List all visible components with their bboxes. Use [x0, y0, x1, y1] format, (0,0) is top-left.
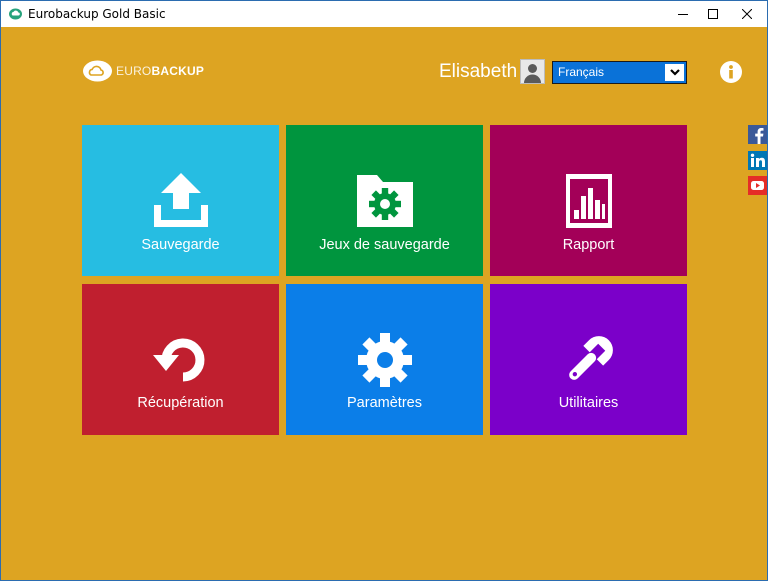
tile-sauvegarde[interactable]: Sauvegarde: [82, 125, 279, 276]
tile-label: Récupération: [137, 395, 224, 411]
tile-icon-wrap: [286, 173, 483, 229]
logo-backup: BACKUP: [151, 64, 205, 78]
chevron-down-icon: [669, 69, 680, 76]
logo-euro: EURO: [116, 64, 152, 78]
title-bar[interactable]: Eurobackup Gold Basic: [1, 1, 767, 27]
logo-text: EUROBACKUP: [116, 64, 204, 78]
tile-label: Rapport: [562, 237, 615, 253]
eurobackup-logo: EUROBACKUP: [83, 59, 204, 83]
linkedin-icon[interactable]: [748, 151, 767, 170]
tile-label: Utilitaires: [558, 395, 619, 411]
app-window: Eurobackup Gold Basic EUROBACKUP Elisabe…: [0, 0, 768, 581]
upload-icon: [153, 173, 208, 227]
tile-icon-wrap: [490, 332, 687, 388]
tile-label: Sauvegarde: [141, 237, 220, 253]
close-button[interactable]: [724, 1, 767, 27]
minimize-icon: [678, 14, 688, 15]
report-chart-icon: [565, 174, 612, 228]
username: Elisabeth: [439, 61, 518, 82]
restore-icon: [152, 338, 204, 382]
tile-utilitaires[interactable]: Utilitaires: [490, 284, 687, 435]
cloud-icon: [83, 60, 112, 82]
gear-icon: [357, 333, 412, 387]
tile-jeux-de-sauvegarde[interactable]: Jeux de sauvegarde: [286, 125, 483, 276]
wrench-icon: [568, 336, 613, 380]
close-icon: [742, 9, 752, 19]
app-logo-icon: [9, 8, 22, 20]
avatar[interactable]: [520, 59, 545, 84]
tile-icon-wrap: [82, 173, 279, 229]
user-icon: [524, 64, 541, 83]
tile-parametres[interactable]: Paramètres: [286, 284, 483, 435]
tile-recuperation[interactable]: Récupération: [82, 284, 279, 435]
tile-icon-wrap: [490, 173, 687, 229]
tile-label: Paramètres: [347, 395, 422, 411]
youtube-icon[interactable]: [748, 176, 767, 195]
tile-label: Jeux de sauvegarde: [319, 237, 450, 253]
tile-icon-wrap: [82, 332, 279, 388]
maximize-icon: [708, 9, 718, 19]
folder-gear-icon: [356, 175, 413, 227]
info-icon[interactable]: [720, 61, 742, 83]
language-select[interactable]: Français: [552, 61, 687, 84]
language-dropdown-arrow[interactable]: [665, 64, 684, 81]
tile-rapport[interactable]: Rapport: [490, 125, 687, 276]
window-title: Eurobackup Gold Basic: [28, 7, 166, 21]
facebook-icon[interactable]: [748, 125, 767, 144]
tile-icon-wrap: [286, 332, 483, 388]
language-selected: Français: [558, 65, 605, 79]
